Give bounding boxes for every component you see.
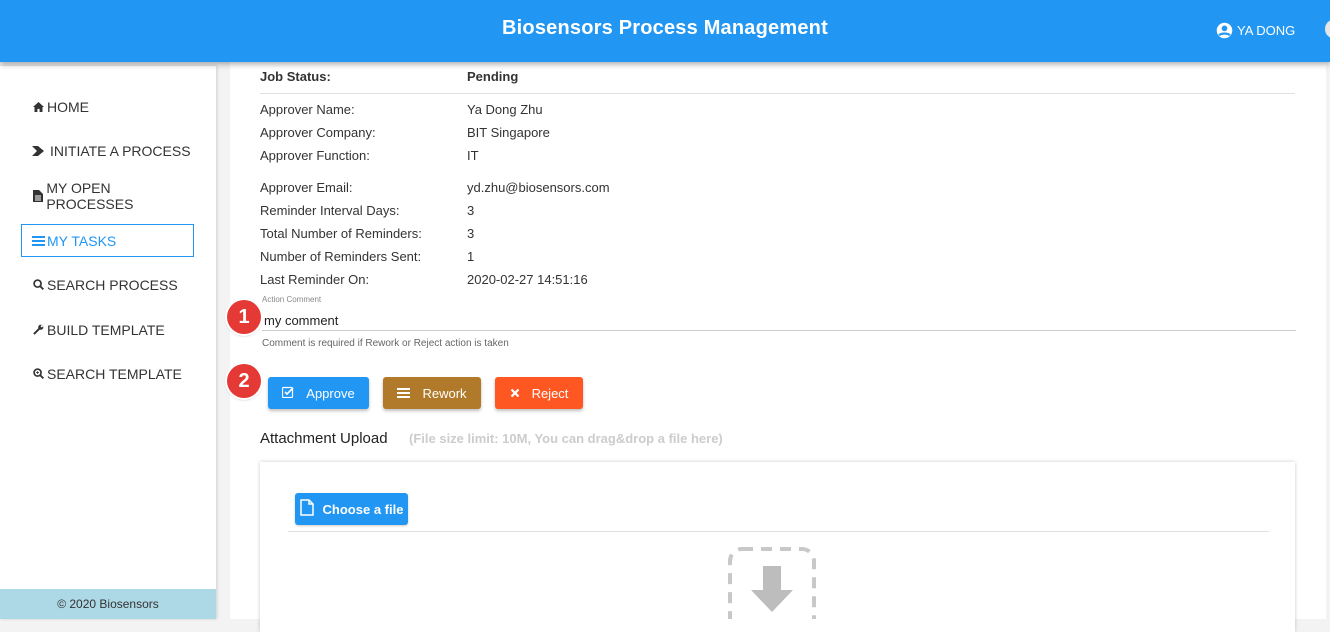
wrench-icon	[31, 324, 45, 335]
close-icon	[510, 386, 520, 401]
sidebar-item-search-template[interactable]: SEARCH TEMPLATE	[21, 358, 194, 389]
sidebar-item-search-process[interactable]: SEARCH PROCESS	[21, 269, 194, 300]
search-icon	[31, 279, 45, 290]
sidebar: HOME INITIATE A PROCESS MY OPEN PROCESSE…	[0, 66, 216, 619]
approve-label: Approve	[306, 385, 355, 401]
divider	[260, 93, 1295, 94]
approver-name-label: Approver Name:	[260, 102, 355, 117]
sidebar-item-label: INITIATE A PROCESS	[50, 142, 191, 159]
sidebar-item-label: BUILD TEMPLATE	[47, 321, 165, 338]
comment-hint: Comment is required if Rework or Reject …	[262, 338, 509, 349]
attachment-upload-title: Attachment Upload	[260, 430, 388, 447]
user-name: YA DONG	[1237, 23, 1296, 38]
sidebar-footer: © 2020 Biosensors	[0, 589, 216, 619]
approver-function-label: Approver Function:	[260, 148, 370, 163]
sidebar-item-label: SEARCH PROCESS	[47, 276, 178, 293]
approver-email-label: Approver Email:	[260, 180, 353, 195]
file-outline-icon	[299, 499, 314, 519]
reminder-interval-value: 3	[467, 203, 475, 218]
approver-email-value: yd.zhu@biosensors.com	[467, 180, 610, 195]
approver-company-label: Approver Company:	[260, 125, 376, 140]
action-comment-input[interactable]	[262, 310, 1296, 331]
action-comment-label: Action Comment	[262, 295, 322, 304]
sidebar-item-label: HOME	[47, 98, 89, 115]
rework-button[interactable]: Rework	[383, 377, 481, 409]
approve-button[interactable]: Approve	[268, 377, 369, 409]
sidebar-item-label: SEARCH TEMPLATE	[47, 365, 182, 382]
check-square-icon	[282, 386, 294, 401]
file-icon	[31, 189, 44, 202]
annotation-badge-2: 2	[227, 364, 261, 398]
user-menu[interactable]: YA DONG	[1216, 22, 1295, 39]
job-status-value: Pending	[467, 69, 519, 84]
last-reminder-label: Last Reminder On:	[260, 272, 370, 287]
sidebar-item-home[interactable]: HOME	[21, 91, 194, 122]
reminders-sent-value: 1	[467, 249, 475, 264]
reject-label: Reject	[531, 385, 569, 401]
choose-file-label: Choose a file	[322, 501, 404, 517]
total-reminders-value: 3	[467, 226, 475, 241]
divider	[288, 531, 1269, 532]
approver-name-value: Ya Dong Zhu	[467, 102, 543, 117]
annotation-badge-1: 1	[227, 300, 261, 334]
top-app-bar: Biosensors Process Management YA DONG	[0, 0, 1330, 62]
sidebar-item-initiate-process[interactable]: INITIATE A PROCESS	[21, 135, 194, 166]
attachment-size-hint: (File size limit: 10M, You can drag&drop…	[409, 431, 723, 446]
reminder-interval-label: Reminder Interval Days:	[260, 203, 400, 218]
home-icon	[31, 101, 45, 112]
total-reminders-label: Total Number of Reminders:	[260, 226, 422, 241]
approver-function-value: IT	[467, 148, 479, 163]
reminders-sent-label: Number of Reminders Sent:	[260, 249, 422, 264]
sidebar-item-label: MY TASKS	[47, 232, 117, 249]
account-circle-icon	[1216, 22, 1233, 39]
last-reminder-value: 2020-02-27 14:51:16	[467, 272, 588, 287]
approver-company-value: BIT Singapore	[467, 125, 550, 140]
tasks-icon	[31, 235, 45, 246]
sidebar-item-my-open-processes[interactable]: MY OPEN PROCESSES	[21, 179, 194, 212]
search-plus-icon	[31, 368, 45, 379]
reject-button[interactable]: Reject	[495, 377, 583, 409]
rework-label: Rework	[422, 385, 467, 401]
job-status-label: Job Status:	[260, 69, 331, 84]
task-detail-panel: Job Status: Pending Approver Name: Ya Do…	[230, 62, 1326, 632]
sidebar-item-build-template[interactable]: BUILD TEMPLATE	[21, 314, 194, 345]
choose-file-button[interactable]: Choose a file	[295, 493, 408, 525]
list-icon	[397, 386, 411, 401]
sidebar-item-my-tasks[interactable]: MY TASKS	[21, 224, 194, 257]
sidebar-item-label: MY OPEN PROCESSES	[46, 179, 134, 212]
file-drop-zone[interactable]: Choose a file	[260, 462, 1295, 632]
download-drop-icon	[727, 546, 817, 632]
app-title: Biosensors Process Management	[502, 17, 828, 39]
play-icon	[31, 145, 45, 156]
